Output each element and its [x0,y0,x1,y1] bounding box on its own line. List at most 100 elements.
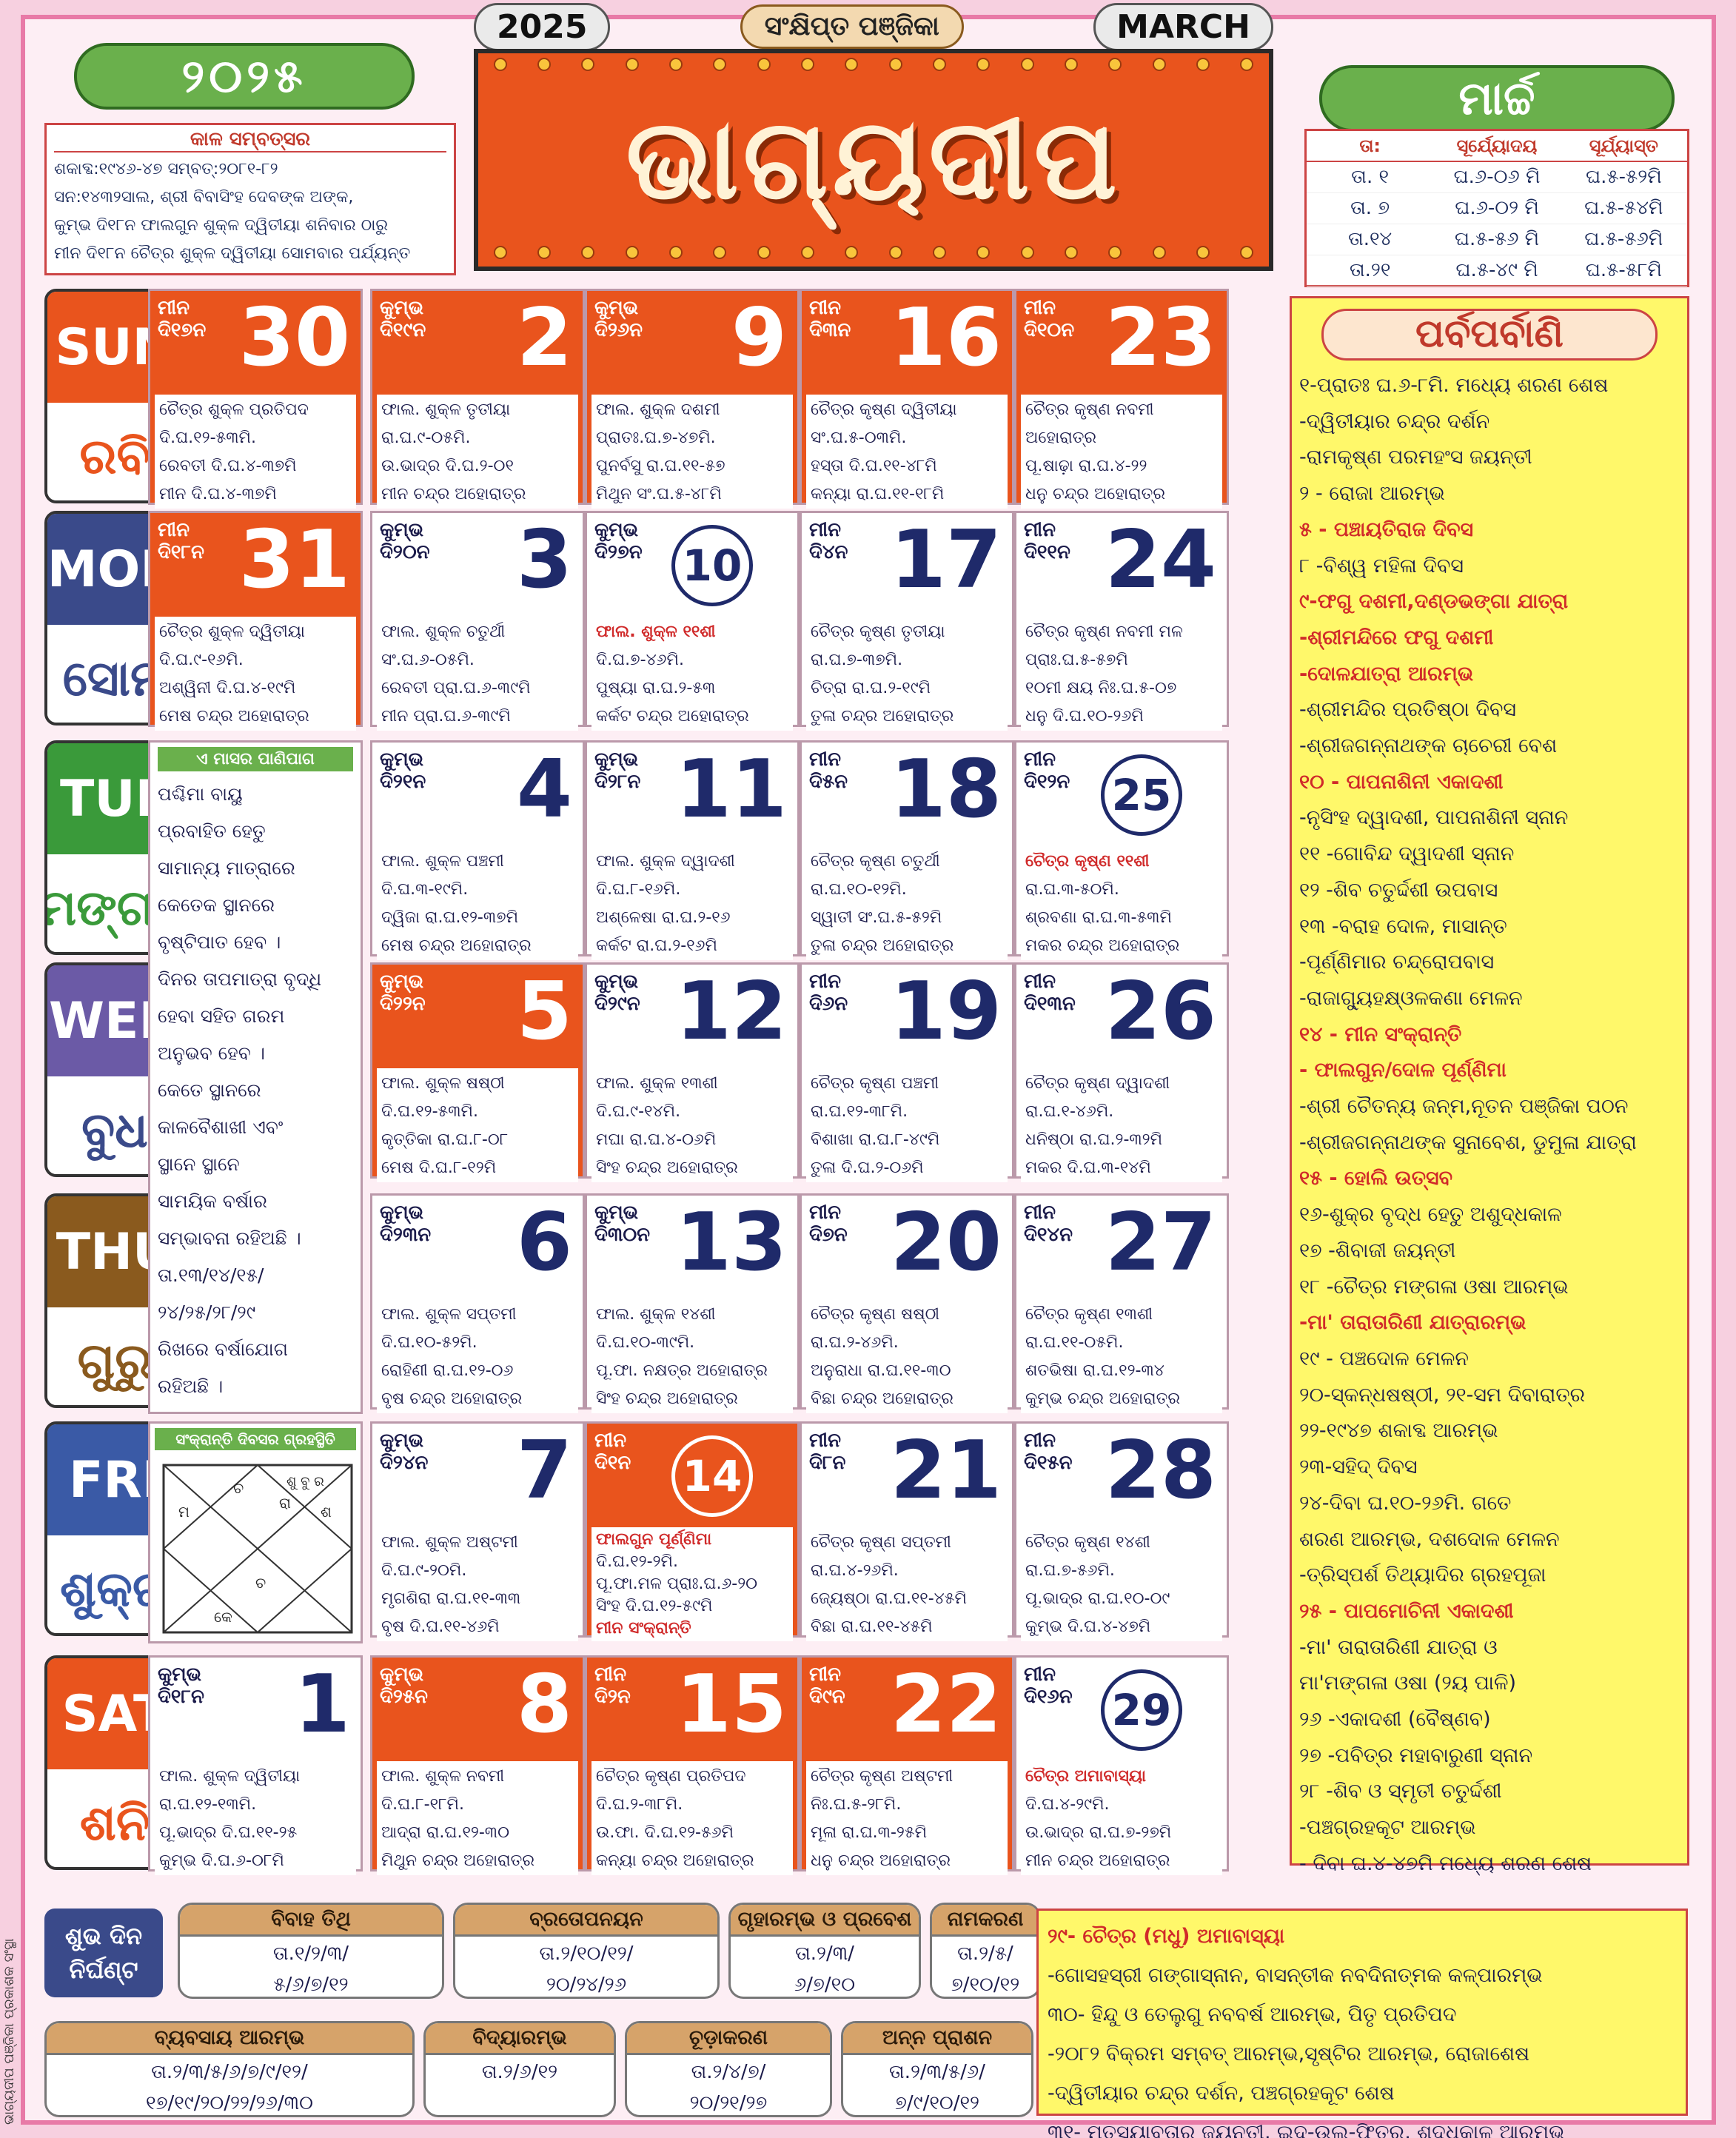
panchang-line: ଦି.ଘ.୮-୧୮ମି. [381,1795,464,1814]
auspicious-box: ନାମକରଣ ତା.୨/୫/୭/୧୦/୧୨ [930,1903,1041,1999]
rashi-line: ଦି୧୮ନ [158,541,204,563]
panchang-details: ଫାଲ. ଶୁକ୍ଳ ୧୩ଶୀ ଦି.ଘ.୯-୧୪ମି. ମଘା ରା.ଘ.୪-୦୬… [591,1068,793,1182]
era-line: ଶକାବ୍ଦ:୧୯୪୬-୪୭ ସମ୍ବତ୍:୨୦୮୧-୮୨ [54,160,278,178]
date-cell[interactable]: ମୀନ ଦି୧୨ନ 25 ଚୈତ୍ର କୃଷ୍ଣ ୧୧ଶୀ ରା.ଘ.୩-୫୦ମି. ଶ୍… [1014,740,1229,960]
date-cell[interactable]: କୁମ୍ଭ ଦି୨୪ନ 7 ଫାଲ. ଶୁକ୍ଳ ଅଷ୍ଟମୀ ଦି.ଘ.୯-୨୦ମି.… [370,1421,585,1641]
date-number: 24 [1105,514,1216,606]
date-cell[interactable]: କୁମ୍ଭ ଦି୧୯ନ 2 ଫାଲ. ଶୁକ୍ଳ ତୃତୀୟା ରା.ଘ.୯-୦୫ମି.… [370,289,585,509]
forecast-line: ୨୪/୨୫/୨୮/୨୯ [158,1301,256,1323]
panchang-details: ଚୈତ୍ର କୃଷ୍ଣ ୧୩ଶୀ ରା.ଘ.୧୧-୦୫ମି. ଶତଭିଷା ରା.ଘ… [1021,1299,1222,1413]
date-cell[interactable]: ମୀନ ଦି୧୮ନ 31 ଚୈତ୍ର ଶୁକ୍ଳ ଦ୍ୱିତୀୟା ଦି.ଘ.୯-୧୬ମ… [148,511,363,731]
sun-table-header: ତା: ସୂର୍ଯ୍ୟୋଦୟ ସୂର୍ଯ୍ୟାସ୍ତ [1307,131,1687,162]
rashi-line: କୁମ୍ଭ [380,971,424,993]
date-cell[interactable]: ମୀନ ଦି୧୦ନ 23 ଚୈତ୍ର କୃଷ୍ଣ ନବମୀ ଅହୋରାତ୍ର ପୂ.ଷାଢ… [1014,289,1229,509]
panchang-line: ଚୈତ୍ର କୃଷ୍ଣ ୧୪ଶୀ [1025,1533,1150,1552]
date-cell[interactable]: କୁମ୍ଭ ଦି୨୨ନ 5 ଫାଲ. ଶୁକ୍ଳ ଷଷ୍ଠୀ ଦି.ଘ.୧୨-୫୩ମି.… [370,962,585,1182]
date-cell[interactable]: ମୀନ ଦି୧୧ନ 24 ଚୈତ୍ର କୃଷ୍ଣ ନବମୀ ମଳ ପ୍ରାଃ.ଘ.୫-୫… [1014,511,1229,731]
date-cell[interactable]: ମୀନ ଦି୩ନ 16 ଚୈତ୍ର କୃଷ୍ଣ ଦ୍ୱିତୀୟା ସଂ.ଘ.୫-୦୩ମି… [800,289,1014,509]
festival-item: -ରାଜାଗୁ୍ୟହକ୍ଷ୍ଓଳକଣା ମେଳନ [1299,986,1523,1010]
date-cell[interactable]: ମୀନ ଦି୧୬ନ 29 ଚୈତ୍ର ଅମାବାସ୍ୟା ଦି.ଘ.୪-୨୯ମି. ଉ.ଭ… [1014,1655,1229,1875]
rashi-label: ମୀନ ଦି୧୭ନ [158,297,206,341]
panchang-line: ଅଶ୍ଳେଷା ରା.ଘ.୨-୧୬ [596,908,731,927]
rashi-label: କୁମ୍ଭ ଦି୨୪ନ [380,1430,428,1474]
panchang-line: ରେବତୀ ଦି.ଘ.୪-୩୭ମି [159,457,297,475]
rashi-label: କୁମ୍ଭ ଦି୩୦ନ [594,1202,650,1246]
panchang-line: ଚୈତ୍ର କୃଷ୍ଣ ଚତୁର୍ଥୀ [811,852,940,871]
rashi-line: କୁମ୍ଭ [380,297,424,319]
date-cell[interactable]: ମୀନ ଦି୧୫ନ 28 ଚୈତ୍ର କୃଷ୍ଣ ୧୪ଶୀ ରା.ଘ.୭-୫୬ମି. ପୂ… [1014,1421,1229,1641]
date-cell[interactable]: ମୀନ ଦି୧୭ନ 30 ଚୈତ୍ର ଶୁକ୍ଳ ପ୍ରତିପଦ ଦି.ଘ.୧୨-୫୩ମ… [148,289,363,509]
date-cell[interactable]: କୁମ୍ଭ ଦି୨୫ନ 8 ଫାଲ. ଶୁକ୍ଳ ନବମୀ ଦି.ଘ.୮-୧୮ମି. ଆଦ… [370,1655,585,1875]
date-cell[interactable]: ମୀନ ଦି୭ନ 20 ଚୈତ୍ର କୃଷ୍ଣ ଷଷ୍ଠୀ ରା.ଘ.୨-୪୬ମି. ଅନ… [800,1193,1014,1413]
festival-item: -ତ୍ରିସ୍ପର୍ଶ ତିଥ୍ୟାଦିର ଗ୍ରହପୂଜା [1299,1564,1546,1587]
date-cell[interactable]: କୁମ୍ଭ ଦି୨୬ନ 9 ଫାଲ. ଶୁକ୍ଳ ଦଶମୀ ପ୍ରାତଃ.ଘ.୭-୪୭ମ… [585,289,800,509]
auspicious-days-row-1: ଶୁଭ ଦିନ ନିର୍ଘଣ୍ଟ ବିବାହ ତିଥି ତା.୧/୨/୩/୫/୬/… [44,1903,1041,1999]
date-cell[interactable]: କୁମ୍ଭ ଦି୨୧ନ 4 ଫାଲ. ଶୁକ୍ଳ ପଞ୍ଚମୀ ଦି.ଘ.୩-୧୯ମି.… [370,740,585,960]
rashi-line: ମୀନ [809,971,842,993]
panchang-details: ଫାଲ. ଶୁକ୍ଳ ଷଷ୍ଠୀ ଦି.ଘ.୧୨-୫୩ମି. କୃତ୍ତିକା ରା… [377,1068,578,1182]
date-cell[interactable]: କୁମ୍ଭ ଦି୩୦ନ 13 ଫାଲ. ଶୁକ୍ଳ ୧୪ଶୀ ଦି.ଘ.୧୦-୩୯ମି.… [585,1193,800,1413]
date-cell[interactable]: ମୀନ ଦି୨ନ 15 ଚୈତ୍ର କୃଷ୍ଣ ପ୍ରତିପଦ ଦି.ଘ.୨-୩୮ମି.… [585,1655,800,1875]
date-cell[interactable]: ମୀନ ଦି୧୪ନ 27 ଚୈତ୍ର କୃଷ୍ଣ ୧୩ଶୀ ରା.ଘ.୧୧-୦୫ମି. ଶ… [1014,1193,1229,1413]
note-item: ୨୯- ଚୈତ୍ର (ମଧୁ) ଅମାବାସ୍ୟା [1048,1925,1285,1948]
rashi-label: ମୀନ ଦି୧୨ନ [1024,748,1070,793]
festival-item: ୧୦ - ପାପନାଶିନୀ ଏକାଦଶୀ [1299,770,1504,794]
panchang-line: ପୁଷ୍ୟା ରା.ଘ.୨-୫୩ [596,679,716,697]
forecast-line: ହେବା ସହିତ ଗରମ [158,1005,285,1027]
panchang-line: ଶ୍ରବଣା ରା.ଘ.୩-୫୩ମି [1025,908,1172,927]
auspicious-days-row-2: ବ୍ୟବସାୟ ଆରମ୍ଭ ତା.୨/୩/୫/୬/୭/୯/୧୨/୧୭/୧୯/୨୦/… [44,2021,1033,2117]
rashi-line: କୁମ୍ଭ [158,1663,202,1686]
festival-item: ୯-ଫଗୁ ଦଶମୀ,ଦଣ୍ଡଭଙ୍ଗା ଯାତ୍ରା [1299,590,1569,614]
date-number: 11 [675,743,787,836]
date-cell[interactable]: ମୀନ ଦି୮ନ 21 ଚୈତ୍ର କୃଷ୍ଣ ସପ୍ତମୀ ରା.ଘ.୪-୨୬ମି. ଜ… [800,1421,1014,1641]
rashi-label: ମୀନ ଦି୧୮ନ [158,519,204,563]
festival-item: -ଶ୍ରୀମନ୍ଦିର ପ୍ରତିଷ୍ଠା ଦିବସ [1299,698,1516,722]
rashi-line: ଦି୧୭ନ [158,319,207,341]
rashi-line: ଦି୧୬ନ [1024,1686,1073,1708]
rashi-line: ମୀନ [809,297,842,319]
date-cell[interactable]: କୁମ୍ଭ ଦି୧୮ନ 1 ଫାଲ. ଶୁକ୍ଳ ଦ୍ୱିତୀୟା ରା.ଘ.୧୨-୧୩… [148,1655,363,1875]
festival-item: ୨୫ - ପାପମୋଚିନୀ ଏକାଦଶୀ [1299,1599,1514,1623]
panchang-line: ଫାଲ. ଶୁକ୍ଳ ୧୩ଶୀ [596,1074,718,1093]
panchang-line: ଫାଲ. ଶୁକ୍ଳ ଦ୍ୱିତୀୟା [159,1767,301,1786]
rashi-line: ମୀନ [594,1663,627,1686]
date-cell[interactable]: କୁମ୍ଭ ଦି୨୮ନ 11 ଫାଲ. ଶୁକ୍ଳ ଦ୍ୱାଦଶୀ ଦି.ଘ.୮-୧୬ମ… [585,740,800,960]
festival-item: ୧୪ - ମୀନ ସଂକ୍ରାନ୍ତି [1299,1022,1462,1046]
date-cell[interactable]: ମୀନ ଦି୧୩ନ 26 ଚୈତ୍ର କୃଷ୍ଣ ଦ୍ୱାଦଶୀ ରା.ଘ.୧-୪୬ମି… [1014,962,1229,1182]
date-cell[interactable]: କୁମ୍ଭ ଦି୨୭ନ 10 ଫାଲ. ଶୁକ୍ଳ ୧୧ଶୀ ଦି.ଘ.୭-୪୬ମି. ପ… [585,511,800,731]
date-number: 29 [1101,1669,1182,1751]
panchang-line: ପୂ.ଫା.ମଳ ପ୍ରାଃ.ଘ.୬-୨୦ [596,1575,758,1593]
panchang-details: ଚୈତ୍ର କୃଷ୍ଣ ଅଷ୍ଟମୀ ନିଃ.ଘ.୫-୨୮ମି. ମୂଳା ରା.ଘ… [806,1761,1008,1875]
rashi-label: ମୀନ ଦି୪ନ [809,519,848,563]
panchang-line: ରା.ଘ.୯-୦୫ମି. [381,429,471,447]
rashi-line: ମୀନ [158,297,190,319]
date-cell[interactable]: ମୀନ ଦି୪ନ 17 ଚୈତ୍ର କୃଷ୍ଣ ତୃତୀୟା ରା.ଘ.୭-୩୭ମି. ଚ… [800,511,1014,731]
panchang-line: ଚୈତ୍ର କୃଷ୍ଣ ଦ୍ୱାଦଶୀ [1025,1074,1170,1093]
date-cell[interactable]: କୁମ୍ଭ ଦି୨୯ନ 12 ଫାଲ. ଶୁକ୍ଳ ୧୩ଶୀ ଦି.ଘ.୯-୧୪ମି. ମ… [585,962,800,1182]
rashi-line: କୁମ୍ଭ [380,1663,424,1686]
panchang-line: ବିଛା ଚନ୍ଦ୍ର ଅହୋରାତ୍ର [811,1390,954,1408]
panchang-line: ଆଦ୍ରା ରା.ଘ.୧୨-୩୦ [381,1823,510,1842]
kundali-glyph: ଶୁ ବୁ ର [286,1474,324,1489]
rashi-line: ମୀନ [809,748,842,771]
festival-item: ୧୧ -ଗୋବିନ୍ଦ ଦ୍ୱାଦଶୀ ସ୍ନାନ [1299,842,1515,866]
panchang-details: ଚୈତ୍ର ଶୁକ୍ଳ ଦ୍ୱିତୀୟା ଦି.ଘ.୯-୧୬ମି. ଅଶ୍ୱିନୀ … [155,617,356,731]
date-cell[interactable]: ମୀନ ଦି୫ନ 18 ଚୈତ୍ର କୃଷ୍ଣ ଚତୁର୍ଥୀ ରା.ଘ.୧୦-୧୨ମି… [800,740,1014,960]
kundali-diagram: ଚ ମ ଶୁ ବୁ ର ରା ଶ ଚ କେ [162,1464,353,1634]
rashi-line: ଦି୭ନ [809,1224,848,1246]
date-cell[interactable]: କୁମ୍ଭ ଦି୨୦ନ 3 ଫାଲ. ଶୁକ୍ଳ ଚତୁର୍ଥୀ ସଂ.ଘ.୬-୦୫ମି… [370,511,585,731]
panchang-line: ମେଷ ଦି.ଘ.୮-୧୨ମି [381,1159,497,1177]
forecast-line: ଦିନର ତାପମାତ୍ରା ବୃଦ୍ଧି [158,968,322,990]
date-cell[interactable]: ମୀନ ଦି୧ନ 14 ଫାଲଗୁନ ପୂର୍ଣ୍ଣିମା ଦି.ଘ.୧୨-୨ମି. ପୂ… [585,1421,800,1641]
auspicious-dates: ତା.୨/୩/୫/୬/ [889,2061,985,2083]
era-panel: କାଳ ସମ୍ବତ୍ସର ଶକାବ୍ଦ:୧୯୪୬-୪୭ ସମ୍ବତ୍:୨୦୮୧-… [44,123,456,275]
panchang-line: ସଂ.ଘ.୫-୦୩ମି. [811,429,907,447]
rashi-label: କୁମ୍ଭ ଦି୨୬ନ [594,297,643,341]
date-cell[interactable]: ମୀନ ଦି୬ନ 19 ଚୈତ୍ର କୃଷ୍ଣ ପଞ୍ଚମୀ ରା.ଘ.୧୨-୩୮ମି.… [800,962,1014,1182]
date-cell[interactable]: ମୀନ ଦି୯ନ 22 ଚୈତ୍ର କୃଷ୍ଣ ଅଷ୍ଟମୀ ନିଃ.ଘ.୫-୨୮ମି.… [800,1655,1014,1875]
sun-date: ତା.୨୧ [1349,259,1391,281]
panchang-line: କନ୍ୟା ଚନ୍ଦ୍ର ଅହୋରାତ୍ର [596,1852,754,1870]
panchang-line: ଚୈତ୍ର କୃଷ୍ଣ ନବମୀ [1025,401,1154,419]
date-number: 5 [516,965,572,1058]
date-cell[interactable]: କୁମ୍ଭ ଦି୨୩ନ 6 ଫାଲ. ଶୁକ୍ଳ ସପ୍ତମୀ ଦି.ଘ.୧୦-୫୨ମି… [370,1193,585,1413]
